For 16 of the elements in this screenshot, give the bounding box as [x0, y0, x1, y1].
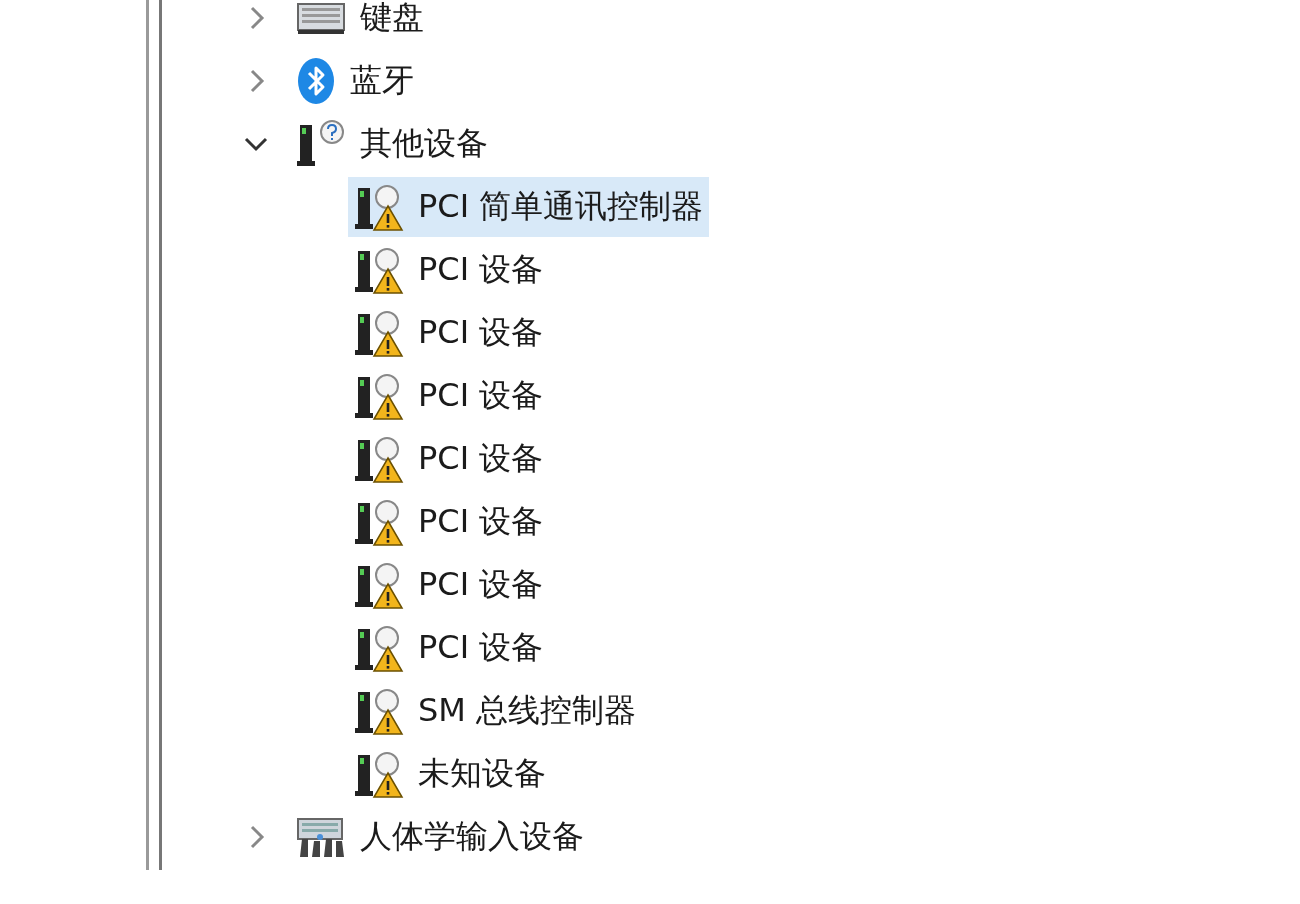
tree-item[interactable]: 未知设备 — [348, 743, 552, 804]
tree-item[interactable]: 其他设备 — [290, 113, 494, 174]
tree-item[interactable]: PCI 设备 — [348, 617, 550, 678]
tree-item[interactable]: PCI 设备 — [348, 239, 550, 300]
tree-item[interactable]: SM 总线控制器 — [348, 680, 643, 741]
tree-item[interactable]: PCI 设备 — [348, 428, 550, 489]
tree-item[interactable]: PCI 设备 — [348, 491, 550, 552]
tree-item[interactable]: PCI 设备 — [348, 554, 550, 615]
tree-item[interactable]: PCI 设备 — [348, 365, 550, 426]
unknown-device-icon — [296, 118, 346, 169]
tree-item[interactable]: 蓝牙 — [290, 50, 420, 111]
tree-item[interactable]: PCI 简单通讯控制器 — [348, 176, 710, 237]
tree-item[interactable]: 键盘 — [290, 0, 430, 48]
bluetooth-icon — [296, 56, 336, 105]
tree-item[interactable]: PCI 设备 — [348, 302, 550, 363]
tree-item[interactable]: 人体学输入设备 — [290, 806, 590, 867]
